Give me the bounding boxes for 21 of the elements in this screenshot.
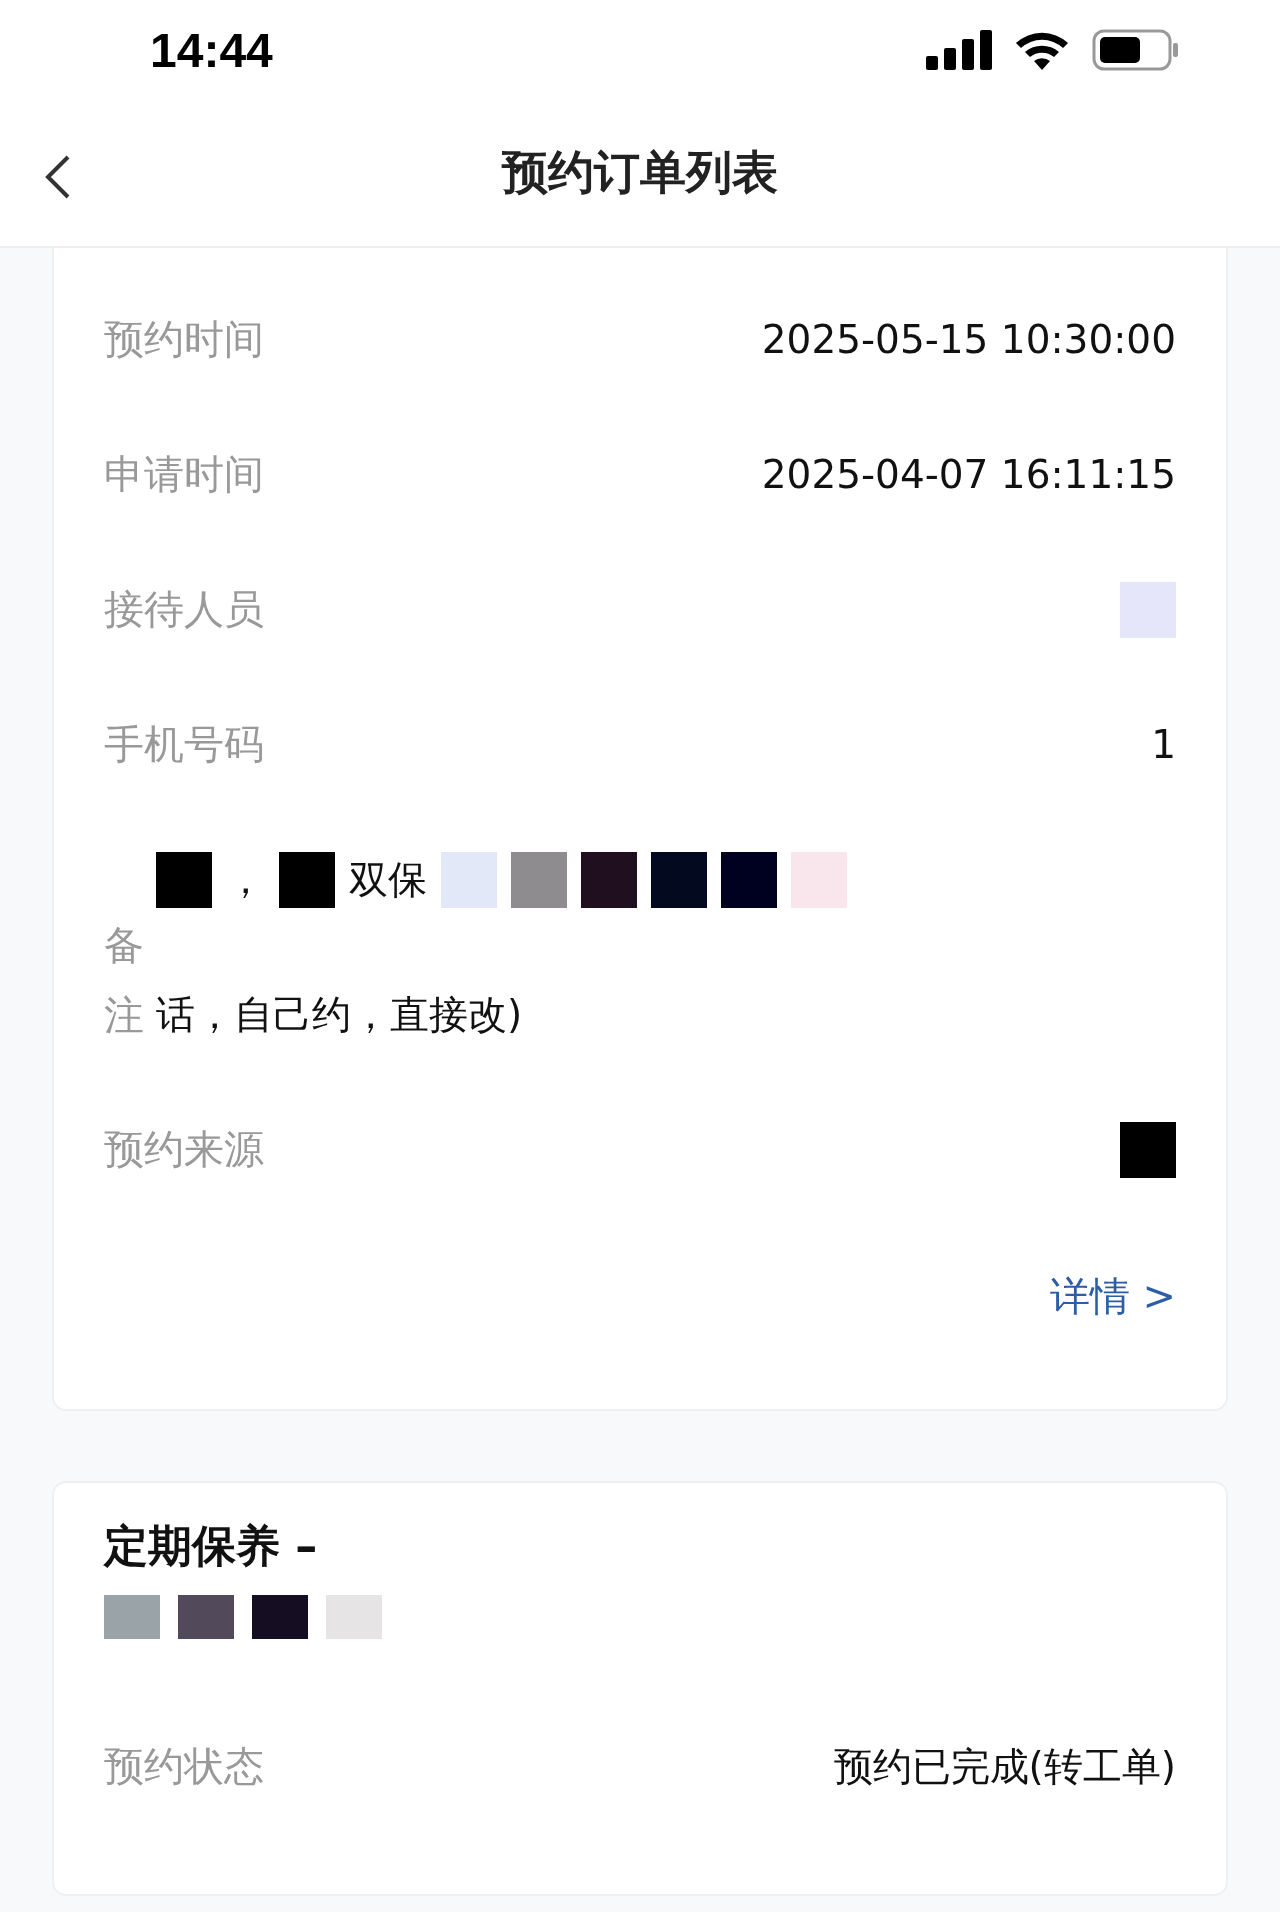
value-text: 2025-05-15 10:30:00: [761, 317, 1176, 362]
card-title: 定期保养 –: [104, 1519, 319, 1573]
clock-time: 14:44: [150, 22, 273, 78]
field-label: 预约时间: [104, 315, 264, 364]
page-title: 预约订单列表: [502, 144, 778, 201]
value-text: 双保: [349, 855, 427, 904]
field-label: 预约来源: [104, 1125, 264, 1174]
battery-icon: [1092, 29, 1180, 71]
value-text: 1: [1151, 722, 1176, 767]
value-text: ，: [226, 855, 265, 904]
field-label: 预约状态: [104, 1742, 264, 1791]
value-text: 2025-04-07 16:11:15: [761, 452, 1176, 497]
field-label: 手机号码: [104, 720, 264, 769]
value-text: 话，自己约，直接改): [156, 990, 523, 1039]
value-text: 预约已完成(转工单): [833, 1742, 1176, 1791]
details-link[interactable]: 详情 >: [1049, 1269, 1176, 1324]
field-label: 备注: [104, 921, 144, 1040]
field-label: 申请时间: [104, 450, 264, 499]
field-label: 接待人员: [104, 585, 264, 634]
wifi-icon: [1014, 30, 1070, 70]
signal-icon: [926, 30, 992, 70]
